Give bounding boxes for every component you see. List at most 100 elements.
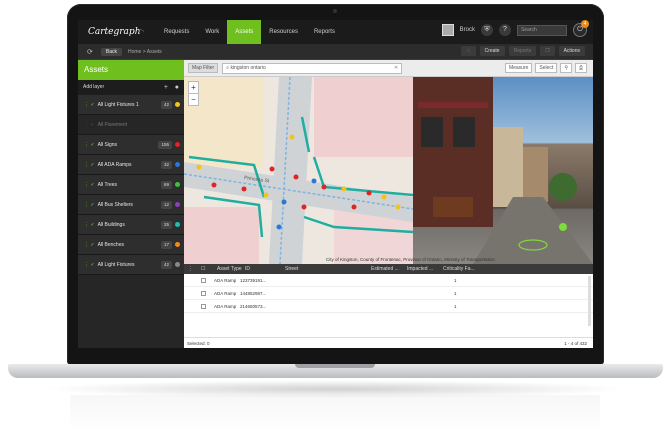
copy-icon[interactable]: ❐ [540, 46, 555, 56]
asset-marker[interactable] [289, 134, 295, 140]
col-street[interactable]: Street [285, 264, 371, 274]
drag-handle-icon[interactable]: ⋮ ✓ [84, 182, 95, 188]
layer-row[interactable]: ⋮ ✓ All Bus Shelters 12 [78, 195, 184, 215]
asset-marker[interactable] [269, 166, 275, 172]
asset-marker[interactable] [321, 184, 327, 190]
drag-handle-icon[interactable]: ⋮ ✓ [84, 162, 95, 168]
reports-button[interactable]: Reports [508, 46, 537, 56]
asset-marker[interactable] [381, 194, 387, 200]
notification-badge: 4 [581, 20, 589, 28]
table-row[interactable]: ADA Ramp 214650573... 1 [184, 300, 593, 313]
drag-handle-icon[interactable]: ⋮ ✓ [84, 142, 95, 148]
asset-marker[interactable] [559, 223, 567, 231]
grid-footer: Selected: 0 1 - 4 of 432 [184, 337, 593, 348]
select-all-checkbox[interactable]: ☐ [201, 264, 217, 274]
create-button[interactable]: Create [479, 46, 505, 56]
location-icon[interactable]: ⚲ [560, 63, 572, 73]
nav-reports[interactable]: Reports [306, 20, 343, 44]
power-icon[interactable]: ⏻ 4 [573, 20, 589, 37]
layer-row[interactable]: ⋮ ✓ All Benches 17 [78, 235, 184, 255]
app-logo[interactable]: Cartegraph [88, 27, 140, 37]
drag-handle-icon[interactable]: ⋮ ✓ [84, 102, 95, 108]
select-button[interactable]: Select [535, 63, 558, 73]
asset-marker[interactable] [276, 224, 282, 230]
col-id[interactable]: ID [245, 264, 285, 274]
measure-button[interactable]: Measure [504, 63, 533, 73]
base-notch [295, 364, 375, 368]
table-row[interactable]: ADA Ramp 123739191... 1 [184, 274, 593, 287]
settings-icon[interactable]: ● [175, 80, 179, 95]
asset-marker[interactable] [293, 174, 299, 180]
zoom-out-button[interactable]: − [189, 93, 198, 105]
asset-marker[interactable] [263, 192, 269, 198]
zoom-in-button[interactable]: + [189, 82, 198, 93]
street-view-panel[interactable] [413, 77, 593, 264]
asset-marker[interactable] [281, 199, 287, 205]
nav-resources[interactable]: Resources [261, 20, 306, 44]
asset-marker[interactable] [341, 186, 347, 192]
layer-label: All Benches [97, 242, 124, 248]
drag-handle-icon[interactable]: ⋮ ✓ [84, 202, 95, 208]
sub-toolbar: ⟳ Back Home > Assets ☆ Create Reports ❐ … [78, 44, 593, 60]
asset-marker[interactable] [241, 186, 247, 192]
layer-row[interactable]: ⋮ ✓ All Signs 155 [78, 135, 184, 155]
drag-handle-icon[interactable]: ⋮ ✓ [84, 262, 95, 268]
drag-handle-icon[interactable]: ⋮ ✓ [84, 222, 95, 228]
paging-info: 1 - 4 of 432 [564, 341, 587, 346]
layer-row[interactable]: ⋮ ✓ All Trees 69 [78, 175, 184, 195]
layer-row[interactable]: ⋮ ✓ All Buildings 25 [78, 215, 184, 235]
nav-work[interactable]: Work [197, 20, 227, 44]
shield-icon[interactable]: ⛨ [481, 24, 493, 36]
user-menu[interactable]: Brock [460, 27, 475, 33]
refresh-icon[interactable]: ⟳ [87, 48, 93, 56]
awning [418, 102, 488, 108]
asset-marker[interactable] [311, 178, 317, 184]
favorite-icon[interactable]: ☆ [461, 46, 476, 56]
map-filter-button[interactable]: Map Filter [188, 63, 219, 73]
grid-scrollbar[interactable] [588, 276, 591, 326]
layer-label: All Buildings [97, 222, 125, 228]
building [493, 127, 523, 207]
asset-marker[interactable] [366, 190, 372, 196]
back-button[interactable]: Back [100, 47, 122, 56]
row-checkbox[interactable] [201, 303, 206, 309]
layer-row[interactable]: ⋮ ✓ All Light Fixtures 1 42 [78, 95, 184, 115]
breadcrumb[interactable]: Home > Assets [128, 49, 162, 55]
row-checkbox[interactable] [201, 277, 206, 283]
col-asset-type[interactable]: Asset Type [217, 264, 245, 274]
asset-marker[interactable] [196, 164, 202, 170]
layer-row[interactable]: ⋮ ✓ All Light Fixtures 42 [78, 255, 184, 275]
map-search-input[interactable]: ⌕ kingston ontario ✕ [222, 62, 403, 74]
help-icon[interactable]: ? [499, 24, 511, 36]
asset-marker[interactable] [395, 204, 401, 210]
drag-handle-icon[interactable]: ⋮ ✓ [84, 242, 95, 248]
col-impacted[interactable]: Impacted ... [407, 264, 443, 274]
dashboard-icon[interactable]: ◠ [138, 28, 156, 36]
actions-button[interactable]: Actions [558, 46, 585, 56]
drag-handle-icon[interactable]: ⋮ ✓ [84, 122, 95, 128]
search-input[interactable]: Search [517, 24, 567, 36]
clear-icon[interactable]: ✕ [394, 64, 398, 73]
nav-assets[interactable]: Assets [227, 20, 262, 44]
print-icon[interactable]: ⎙ [574, 63, 587, 73]
asset-map[interactable]: Princess St + − [184, 77, 413, 264]
asset-marker[interactable] [211, 182, 217, 188]
layer-label: All Pavement [97, 122, 128, 128]
col-estimated[interactable]: Estimated ... [371, 264, 407, 274]
webcam [333, 9, 337, 13]
top-navigation: Cartegraph ◠ Requests Work Assets Resour… [78, 20, 593, 44]
filter-icon[interactable]: ⋮ [188, 264, 197, 274]
table-row[interactable]: ADA Ramp 144852987... 1 [184, 287, 593, 300]
asset-marker[interactable] [351, 204, 357, 210]
cell-asset-type: ADA Ramp [214, 290, 237, 296]
asset-marker[interactable] [301, 204, 307, 210]
map-tools: Measure Select ⚲ ⎙ [504, 63, 587, 73]
avatar[interactable] [441, 24, 454, 36]
row-checkbox[interactable] [201, 290, 206, 296]
window [421, 117, 443, 147]
layer-row[interactable]: ⋮ ✓ All ADA Ramps 32 [78, 155, 184, 175]
layer-row[interactable]: ⋮ ✓ All Pavement [78, 115, 184, 135]
add-icon[interactable]: + [164, 80, 168, 95]
col-criticality[interactable]: Criticality Fa... [443, 264, 493, 274]
nav-requests[interactable]: Requests [156, 20, 197, 44]
